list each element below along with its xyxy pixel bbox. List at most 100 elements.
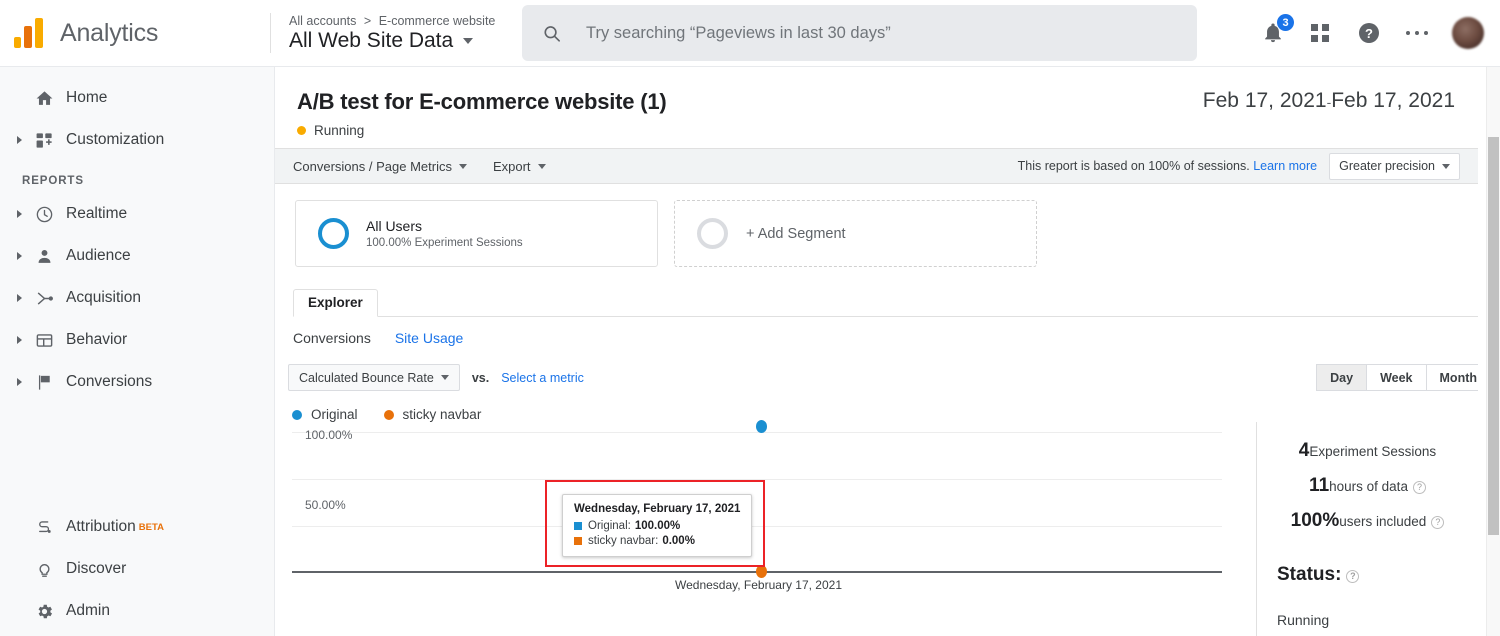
metric-selector-label: Calculated Bounce Rate	[299, 370, 434, 385]
segment-row: All Users 100.00% Experiment Sessions + …	[275, 184, 1478, 267]
brand-area[interactable]: Analytics	[0, 18, 270, 48]
kebab-menu-icon[interactable]	[1404, 20, 1430, 46]
legend-dot-icon	[292, 409, 302, 420]
granularity-month[interactable]: Month	[1426, 364, 1478, 391]
stat-value: 11	[1309, 475, 1330, 496]
data-point-original[interactable]	[756, 420, 767, 433]
tooltip-swatch-icon	[574, 537, 582, 545]
sidebar-item-audience[interactable]: Audience	[0, 235, 274, 277]
bell-icon[interactable]: 3	[1260, 14, 1294, 46]
add-segment-button[interactable]: + Add Segment	[674, 200, 1037, 267]
status-text: Running	[314, 123, 365, 138]
conversions-page-metrics-menu[interactable]: Conversions / Page Metrics	[293, 159, 467, 174]
account-selector[interactable]: All accounts > E-commerce website All We…	[271, 14, 495, 53]
expand-arrow-icon[interactable]	[12, 210, 26, 218]
sampling-area: This report is based on 100% of sessions…	[1017, 152, 1460, 180]
expand-arrow-icon[interactable]	[12, 378, 26, 386]
status-heading: Status:?	[1257, 564, 1478, 586]
subtab-site-usage[interactable]: Site Usage	[395, 330, 463, 346]
sidebar-item-realtime[interactable]: Realtime	[0, 193, 274, 235]
avatar[interactable]	[1452, 17, 1484, 49]
sidebar-lower-group: Attribution BETA Discover Admin	[0, 506, 274, 632]
sidebar-item-label: Conversions	[66, 373, 153, 390]
tab-explorer[interactable]: Explorer	[293, 289, 378, 317]
view-name-row[interactable]: All Web Site Data	[289, 29, 495, 53]
sidebar-item-home[interactable]: Home	[0, 77, 274, 119]
sidebar-item-label: Audience	[66, 247, 131, 264]
view-name: All Web Site Data	[289, 28, 454, 52]
flag-icon	[26, 373, 62, 392]
breadcrumb-property[interactable]: E-commerce website	[379, 14, 496, 28]
stat-label: Experiment Sessions	[1309, 444, 1437, 459]
metric-controls: Calculated Bounce Rate vs. Select a metr…	[275, 346, 1478, 391]
apps-grid-icon[interactable]	[1308, 20, 1334, 46]
y-axis-tick-label: 50.00%	[305, 498, 346, 512]
learn-more-link[interactable]: Learn more	[1253, 159, 1317, 173]
page-scrollbar-track[interactable]	[1486, 67, 1500, 636]
search-bar[interactable]	[522, 5, 1198, 61]
sidebar-item-label: Discover	[66, 560, 127, 577]
export-menu[interactable]: Export	[493, 159, 546, 174]
granularity-week[interactable]: Week	[1367, 364, 1427, 391]
home-icon	[26, 89, 62, 108]
expand-arrow-icon[interactable]	[12, 136, 26, 144]
sidebar-item-behavior[interactable]: Behavior	[0, 319, 274, 361]
conversion-rate-chart: 100.00% 50.00% Wednesday, February 17, 2…	[292, 420, 1222, 592]
legend-item-sticky-navbar[interactable]: sticky navbar	[383, 407, 481, 422]
stat-value: 4	[1298, 440, 1310, 461]
person-icon	[26, 247, 62, 266]
status-dot-icon	[297, 126, 306, 135]
help-icon[interactable]: ?	[1431, 516, 1445, 529]
page-scrollbar-thumb[interactable]	[1488, 137, 1499, 535]
sidebar-item-label: Attribution	[66, 518, 136, 535]
chart-tooltip: Wednesday, February 17, 2021 Original: 1…	[562, 494, 753, 557]
chevron-down-icon	[463, 37, 474, 44]
sidebar-item-label: Home	[66, 89, 108, 106]
stat-hours-of-data: 11hours of data?	[1257, 475, 1478, 497]
metric-selector[interactable]: Calculated Bounce Rate	[288, 364, 460, 391]
segment-ring-icon	[318, 218, 349, 249]
sidebar-item-discover[interactable]: Discover	[0, 548, 274, 590]
expand-arrow-icon[interactable]	[12, 252, 26, 260]
help-icon[interactable]: ?	[1356, 20, 1382, 46]
acquisition-icon	[26, 289, 62, 308]
attribution-icon	[26, 518, 62, 537]
chevron-down-icon	[1442, 163, 1450, 169]
expand-arrow-icon[interactable]	[12, 294, 26, 302]
sidebar-item-attribution[interactable]: Attribution BETA	[0, 506, 274, 548]
sidebar-item-label: Acquisition	[66, 289, 141, 306]
search-icon	[544, 25, 561, 42]
help-icon[interactable]: ?	[1346, 570, 1360, 583]
precision-selector[interactable]: Greater precision	[1329, 152, 1460, 180]
help-icon[interactable]: ?	[1412, 481, 1426, 494]
subtab-conversions[interactable]: Conversions	[293, 330, 371, 346]
stat-label: hours of data	[1329, 479, 1408, 494]
legend-item-original[interactable]: Original	[292, 407, 358, 422]
date-range-picker[interactable]: Feb 17, 2021-Feb 17, 2021	[1203, 89, 1455, 113]
search-input[interactable]	[584, 22, 1178, 44]
experiment-summary-panel: 4Experiment Sessions 11hours of data? 10…	[1256, 422, 1478, 636]
gridline	[292, 432, 1222, 433]
sidebar-item-conversions[interactable]: Conversions	[0, 361, 274, 403]
sidebar-item-acquisition[interactable]: Acquisition	[0, 277, 274, 319]
analytics-logo-icon	[14, 18, 48, 48]
granularity-day[interactable]: Day	[1316, 364, 1368, 391]
breadcrumb-account[interactable]: All accounts	[289, 14, 356, 28]
sidebar-item-admin[interactable]: Admin	[0, 590, 274, 632]
conversions-page-metrics-label: Conversions / Page Metrics	[293, 158, 452, 174]
tooltip-date: Wednesday, February 17, 2021	[574, 503, 741, 515]
sampling-note: This report is based on 100% of sessions…	[1017, 159, 1250, 173]
stat-value: 100%	[1290, 510, 1340, 531]
sub-tab-row: Conversions Site Usage	[275, 317, 1478, 346]
sidebar-item-customization[interactable]: Customization	[0, 119, 274, 161]
select-a-metric-link[interactable]: Select a metric	[501, 371, 584, 385]
segment-all-users[interactable]: All Users 100.00% Experiment Sessions	[295, 200, 658, 267]
main-content: A/B test for E-commerce website (1) Runn…	[275, 67, 1478, 636]
expand-arrow-icon[interactable]	[12, 336, 26, 344]
breadcrumb: All accounts > E-commerce website	[289, 14, 495, 28]
breadcrumb-separator: >	[363, 13, 372, 28]
top-icon-group: 3 ?	[1260, 14, 1500, 49]
vs-label: vs.	[471, 370, 490, 385]
tooltip-label: sticky navbar:	[588, 535, 659, 547]
y-axis-tick-label: 100.00%	[305, 428, 353, 442]
